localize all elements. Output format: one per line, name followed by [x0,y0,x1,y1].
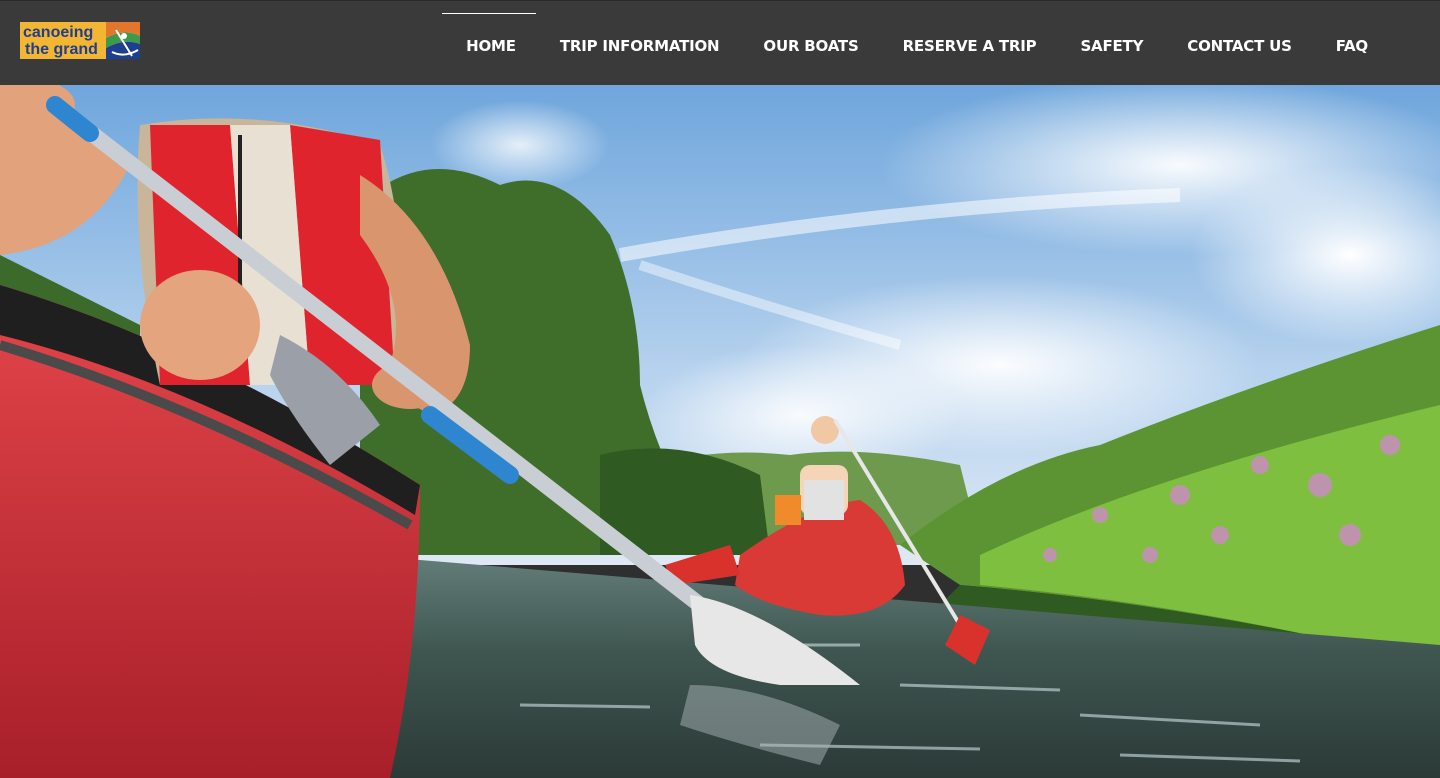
nav-our-boats[interactable]: OUR BOATS [739,1,878,86]
nav-safety[interactable]: SAFETY [1056,1,1163,86]
nav-reserve-a-trip[interactable]: RESERVE A TRIP [879,1,1057,86]
hero-banner [0,85,1440,778]
canoe-paddler-logo-icon: canoeing the grand [20,22,140,59]
canoeists-paddling-on-river-photo [0,85,1440,778]
nav-trip-information[interactable]: TRIP INFORMATION [536,1,740,86]
logo-text-line1: canoeing [23,24,93,41]
logo-text-line2: the grand [25,41,98,58]
main-nav: HOME TRIP INFORMATION OUR BOATS RESERVE … [442,1,1388,86]
nav-contact-us[interactable]: CONTACT US [1163,1,1311,86]
nav-faq[interactable]: FAQ [1312,1,1388,86]
site-logo[interactable]: canoeing the grand [20,22,140,59]
nav-home[interactable]: HOME [442,1,536,86]
site-header: canoeing the grand HOME TRIP INFORMATION… [0,0,1440,85]
